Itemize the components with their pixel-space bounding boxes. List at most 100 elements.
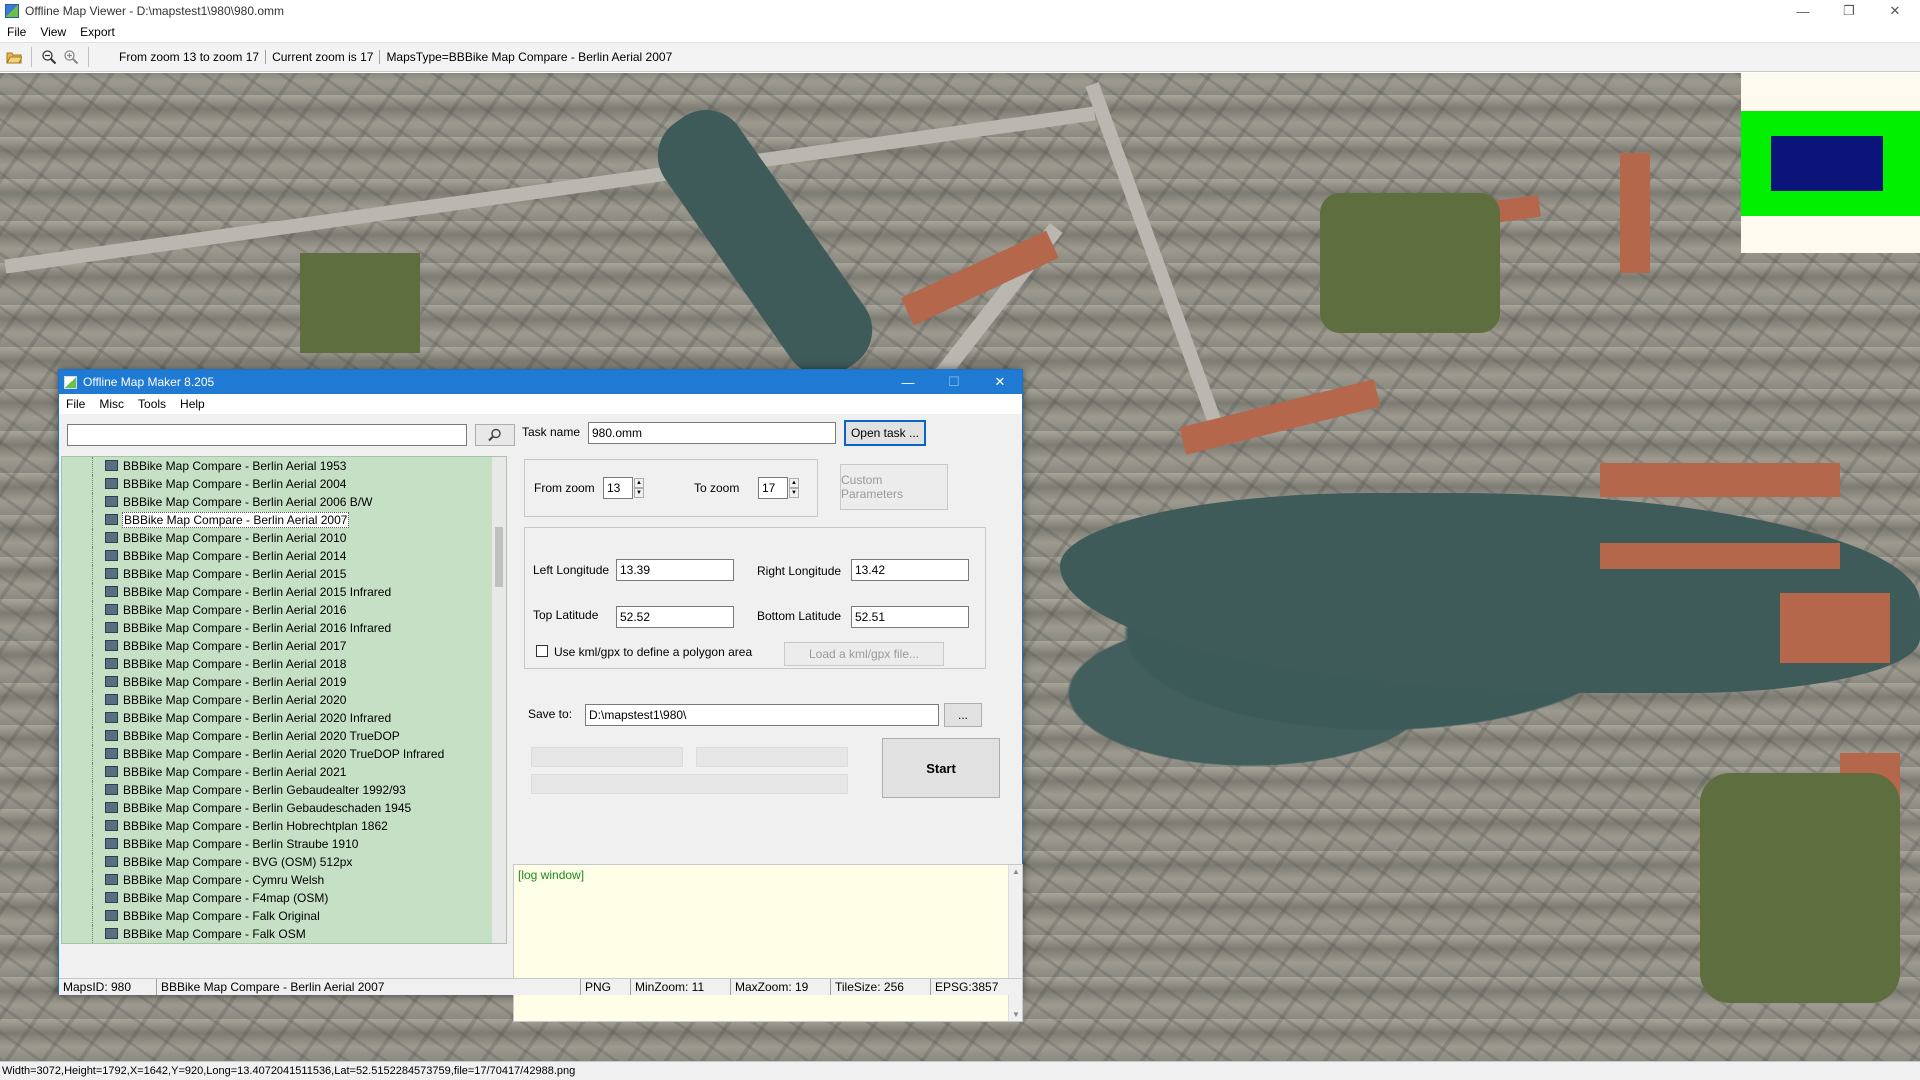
dialog-menu-tools[interactable]: Tools	[131, 397, 173, 411]
map-source-item[interactable]: BBBike Map Compare - Berlin Aerial 2016	[62, 601, 506, 619]
dialog-minimize-button[interactable]: —	[885, 370, 931, 394]
main-menubar: File View Export	[0, 22, 1920, 42]
browse-button[interactable]: ...	[944, 703, 982, 727]
map-source-label: BBBike Map Compare - Cymru Welsh	[123, 873, 325, 887]
search-button[interactable]	[475, 424, 515, 446]
dialog-close-button[interactable]: ✕	[977, 370, 1023, 394]
map-source-item[interactable]: BBBike Map Compare - Berlin Aerial 2020 …	[62, 709, 506, 727]
save-to-input[interactable]: D:\mapstest1\980\	[585, 704, 939, 726]
zoom-out-icon[interactable]	[38, 46, 60, 68]
bottom-latitude-input[interactable]: 52.51	[851, 606, 969, 628]
map-source-item[interactable]: BBBike Map Compare - Berlin Gebaudealter…	[62, 781, 506, 799]
search-input[interactable]	[67, 424, 467, 446]
map-source-item[interactable]: BBBike Map Compare - Berlin Aerial 2021	[62, 763, 506, 781]
from-zoom-spinner[interactable]: ▲ ▼	[634, 478, 644, 498]
minimap[interactable]	[1741, 73, 1920, 253]
from-zoom-input[interactable]: 13	[603, 477, 633, 499]
map-icon	[105, 478, 118, 489]
restore-button[interactable]: ❐	[1826, 0, 1872, 22]
map-source-item[interactable]: BBBike Map Compare - Falk Original	[62, 907, 506, 925]
map-source-item[interactable]: BBBike Map Compare - Berlin Aerial 2010	[62, 529, 506, 547]
search-row	[67, 424, 517, 446]
kml-checkbox[interactable]	[536, 645, 548, 657]
map-source-item[interactable]: BBBike Map Compare - Berlin Hobrechtplan…	[62, 817, 506, 835]
map-source-item[interactable]: BBBike Map Compare - Berlin Aerial 2019	[62, 673, 506, 691]
dialog-menu-file[interactable]: File	[59, 397, 92, 411]
chevron-up-icon[interactable]: ▲	[634, 478, 644, 488]
map-source-item[interactable]: BBBike Map Compare - Berlin Aerial 2017	[62, 637, 506, 655]
map-park	[1700, 773, 1900, 1003]
map-source-item[interactable]: BBBike Map Compare - Berlin Aerial 2014	[62, 547, 506, 565]
status-max-zoom: MaxZoom: 19	[731, 979, 831, 995]
window-titlebar: Offline Map Viewer - D:\mapstest1\980\98…	[0, 0, 1920, 22]
right-longitude-input[interactable]: 13.42	[851, 559, 969, 581]
top-latitude-input[interactable]: 52.52	[616, 606, 734, 628]
map-source-item[interactable]: BBBike Map Compare - Berlin Aerial 2004	[62, 475, 506, 493]
minimap-viewport[interactable]	[1771, 136, 1883, 191]
map-source-label: BBBike Map Compare - Berlin Gebaudealter…	[123, 783, 406, 797]
zoom-in-icon[interactable]	[60, 46, 82, 68]
minimize-button[interactable]: —	[1780, 0, 1826, 22]
map-source-item[interactable]: BBBike Map Compare - Berlin Aerial 2018	[62, 655, 506, 673]
map-source-item[interactable]: BBBike Map Compare - Berlin Aerial 2020 …	[62, 727, 506, 745]
log-window[interactable]: [log window] ▲ ▼	[513, 864, 1023, 1022]
chevron-down-icon[interactable]: ▼	[634, 488, 644, 498]
to-zoom-input[interactable]: 17	[758, 477, 788, 499]
map-source-item[interactable]: BBBike Map Compare - Berlin Aerial 2007	[62, 511, 506, 529]
left-longitude-label: Left Longitude	[533, 563, 610, 577]
map-source-item[interactable]: BBBike Map Compare - F4map (OSM)	[62, 889, 506, 907]
map-source-item[interactable]: BBBike Map Compare - Berlin Aerial 1953	[62, 457, 506, 475]
chevron-up-icon[interactable]: ▲	[1012, 867, 1020, 876]
open-task-button[interactable]: Open task ...	[844, 420, 926, 446]
map-source-item[interactable]: BBBike Map Compare - Berlin Aerial 2006 …	[62, 493, 506, 511]
map-icon	[105, 496, 118, 507]
menu-view[interactable]: View	[33, 25, 73, 39]
menu-file[interactable]: File	[0, 25, 33, 39]
dialog-maximize-button[interactable]: ☐	[931, 370, 977, 394]
map-icon	[105, 694, 118, 705]
map-source-label: BBBike Map Compare - Berlin Aerial 2007	[122, 512, 350, 528]
top-latitude-label: Top Latitude	[533, 608, 599, 622]
map-source-item[interactable]: BBBike Map Compare - Berlin Gebaudeschad…	[62, 799, 506, 817]
kml-checkbox-label[interactable]: Use kml/gpx to define a polygon area	[554, 645, 752, 659]
load-kml-button[interactable]: Load a kml/gpx file...	[784, 642, 944, 666]
open-folder-icon[interactable]	[3, 46, 25, 68]
chevron-down-icon[interactable]: ▼	[1012, 1010, 1020, 1019]
map-source-item[interactable]: BBBike Map Compare - Berlin Aerial 2015	[62, 565, 506, 583]
log-scrollbar[interactable]: ▲ ▼	[1008, 865, 1022, 1021]
left-longitude-input[interactable]: 13.39	[616, 559, 734, 581]
map-source-item[interactable]: BBBike Map Compare - BVG (OSM) 512px	[62, 853, 506, 871]
menu-export[interactable]: Export	[73, 25, 122, 39]
chevron-up-icon[interactable]: ▲	[789, 478, 799, 488]
map-source-label: BBBike Map Compare - Berlin Aerial 2021	[123, 765, 347, 779]
map-icon	[105, 802, 118, 813]
right-longitude-label: Right Longitude	[757, 564, 842, 578]
map-source-item[interactable]: BBBike Map Compare - Berlin Aerial 2016 …	[62, 619, 506, 637]
custom-parameters-button[interactable]: Custom Parameters	[840, 464, 948, 510]
dialog-menu-help[interactable]: Help	[173, 397, 212, 411]
tree-scrollbar-thumb[interactable]	[495, 527, 503, 587]
map-icon	[105, 640, 118, 651]
map-source-item[interactable]: BBBike Map Compare - Falk OSM	[62, 925, 506, 943]
tree-scrollbar[interactable]	[492, 457, 506, 943]
chevron-down-icon[interactable]: ▼	[789, 488, 799, 498]
map-source-item[interactable]: BBBike Map Compare - Berlin Aerial 2020	[62, 691, 506, 709]
start-button[interactable]: Start	[882, 738, 1000, 798]
map-source-item[interactable]: BBBike Map Compare - Cymru Welsh	[62, 871, 506, 889]
close-button[interactable]: ✕	[1872, 0, 1918, 22]
map-icon	[105, 622, 118, 633]
map-source-label: BBBike Map Compare - Berlin Aerial 2016	[123, 603, 347, 617]
map-source-item[interactable]: BBBike Map Compare - Berlin Aerial 2015 …	[62, 583, 506, 601]
map-source-label: BBBike Map Compare - Berlin Aerial 2015 …	[123, 585, 392, 599]
map-source-label: BBBike Map Compare - Berlin Aerial 2020 …	[123, 747, 445, 761]
map-source-item[interactable]: BBBike Map Compare - Berlin Aerial 2020 …	[62, 745, 506, 763]
map-building	[1620, 153, 1650, 273]
dialog-menu-misc[interactable]: Misc	[92, 397, 131, 411]
to-zoom-spinner[interactable]: ▲ ▼	[789, 478, 799, 498]
map-source-item[interactable]: BBBike Map Compare - Geofabric German (O…	[62, 943, 506, 944]
map-source-tree[interactable]: BBBike Map Compare - Berlin Aerial 1953 B…	[61, 456, 507, 944]
task-name-input[interactable]: 980.omm	[588, 422, 836, 444]
map-road	[4, 106, 1096, 274]
map-source-item[interactable]: BBBike Map Compare - Berlin Straube 1910	[62, 835, 506, 853]
main-toolbar: From zoom 13 to zoom 17 Current zoom is …	[0, 42, 1920, 72]
